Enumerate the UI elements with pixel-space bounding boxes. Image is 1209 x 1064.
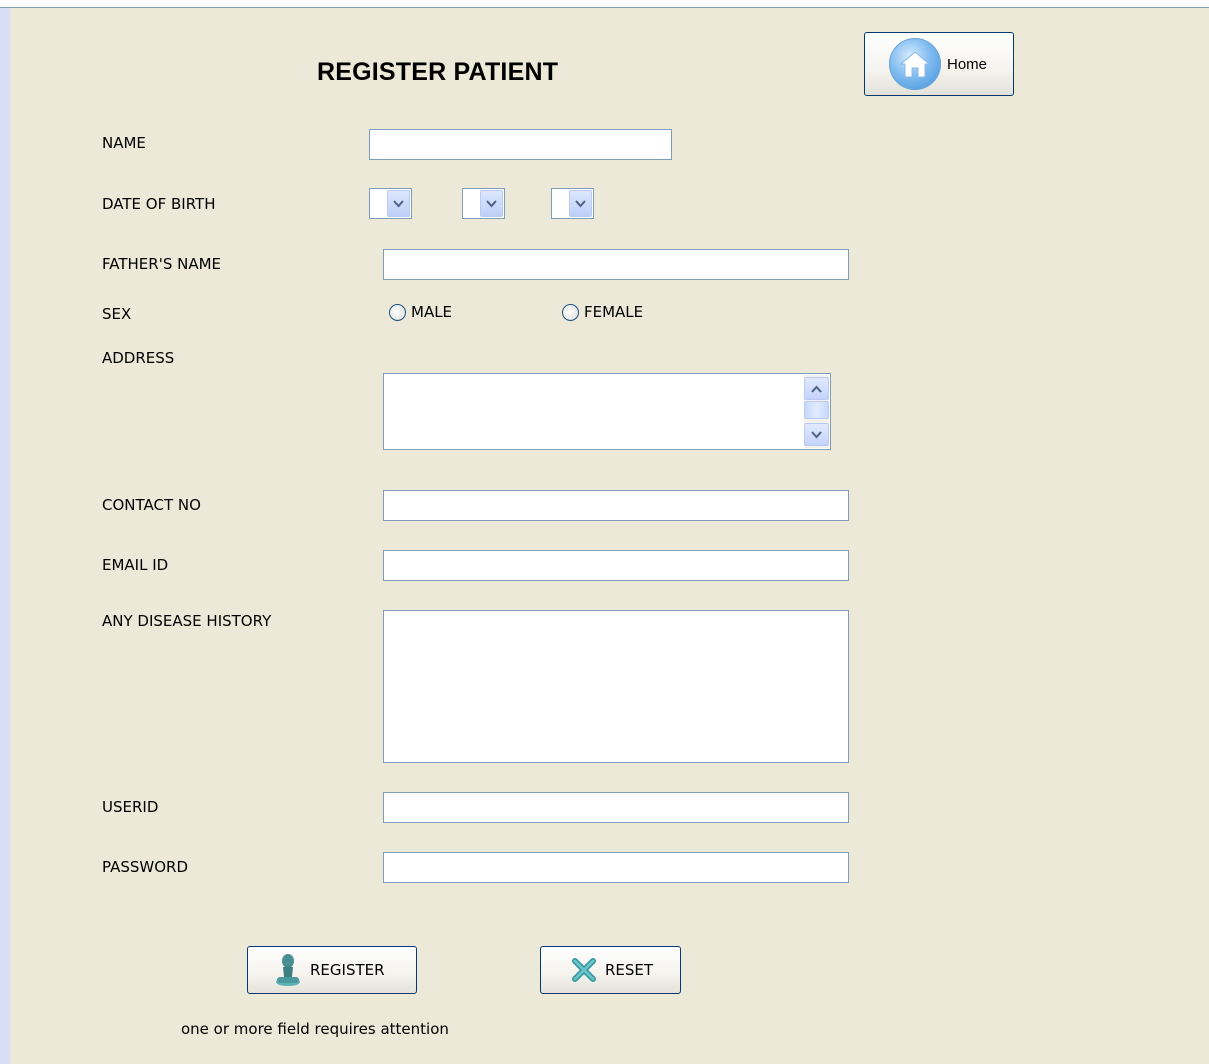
- reset-button-label: RESET: [605, 961, 654, 979]
- email-input[interactable]: [383, 550, 849, 581]
- dob-day-select[interactable]: [369, 188, 412, 219]
- address-scrollbar[interactable]: [804, 375, 829, 448]
- sex-male-radio[interactable]: MALE: [389, 303, 452, 321]
- sex-label: SEX: [102, 305, 132, 323]
- chevron-down-icon: [811, 430, 822, 438]
- register-button-label: REGISTER: [310, 961, 385, 979]
- address-label: ADDRESS: [102, 349, 175, 367]
- password-input[interactable]: [383, 852, 849, 883]
- userid-label: USERID: [102, 798, 159, 816]
- dob-year-select[interactable]: [551, 188, 594, 219]
- disease-history-label: ANY DISEASE HISTORY: [102, 612, 272, 630]
- home-icon: [889, 38, 941, 90]
- scroll-thumb[interactable]: [804, 401, 829, 419]
- sex-male-label: MALE: [411, 303, 453, 321]
- chevron-down-icon: [569, 190, 592, 217]
- scroll-down-button[interactable]: [804, 423, 829, 446]
- sex-female-label: FEMALE: [584, 303, 644, 321]
- radio-circle-icon: [562, 303, 579, 321]
- close-icon: [571, 957, 597, 983]
- register-button[interactable]: REGISTER: [247, 946, 417, 994]
- sex-female-radio[interactable]: FEMALE: [562, 303, 643, 321]
- scroll-up-button[interactable]: [804, 377, 829, 400]
- chevron-down-icon: [387, 190, 410, 217]
- userid-input[interactable]: [383, 792, 849, 823]
- dob-month-select[interactable]: [462, 188, 505, 219]
- name-input[interactable]: [369, 129, 672, 160]
- radio-circle-icon: [389, 303, 406, 321]
- page-title: REGISTER PATIENT: [317, 58, 559, 86]
- father-name-input[interactable]: [383, 249, 849, 280]
- reset-button[interactable]: RESET: [540, 946, 681, 994]
- dob-label: DATE OF BIRTH: [102, 195, 216, 213]
- contact-input[interactable]: [383, 490, 849, 521]
- home-button-label: Home: [947, 55, 988, 73]
- address-textarea[interactable]: [383, 373, 831, 450]
- form-panel: [10, 8, 1209, 1064]
- disease-history-textarea[interactable]: [383, 610, 849, 763]
- chevron-down-icon: [480, 190, 503, 217]
- password-label: PASSWORD: [102, 858, 189, 876]
- left-edge-strip: [0, 8, 10, 1064]
- window-top-border: [0, 0, 1209, 8]
- user-stamp-icon: [274, 953, 302, 987]
- father-name-label: FATHER'S NAME: [102, 255, 222, 273]
- contact-label: CONTACT NO: [102, 496, 201, 514]
- validation-message: one or more field requires attention: [181, 1020, 449, 1038]
- email-label: EMAIL ID: [102, 556, 169, 574]
- chevron-up-icon: [811, 385, 822, 393]
- name-label: NAME: [102, 134, 146, 152]
- home-button[interactable]: Home: [864, 32, 1014, 96]
